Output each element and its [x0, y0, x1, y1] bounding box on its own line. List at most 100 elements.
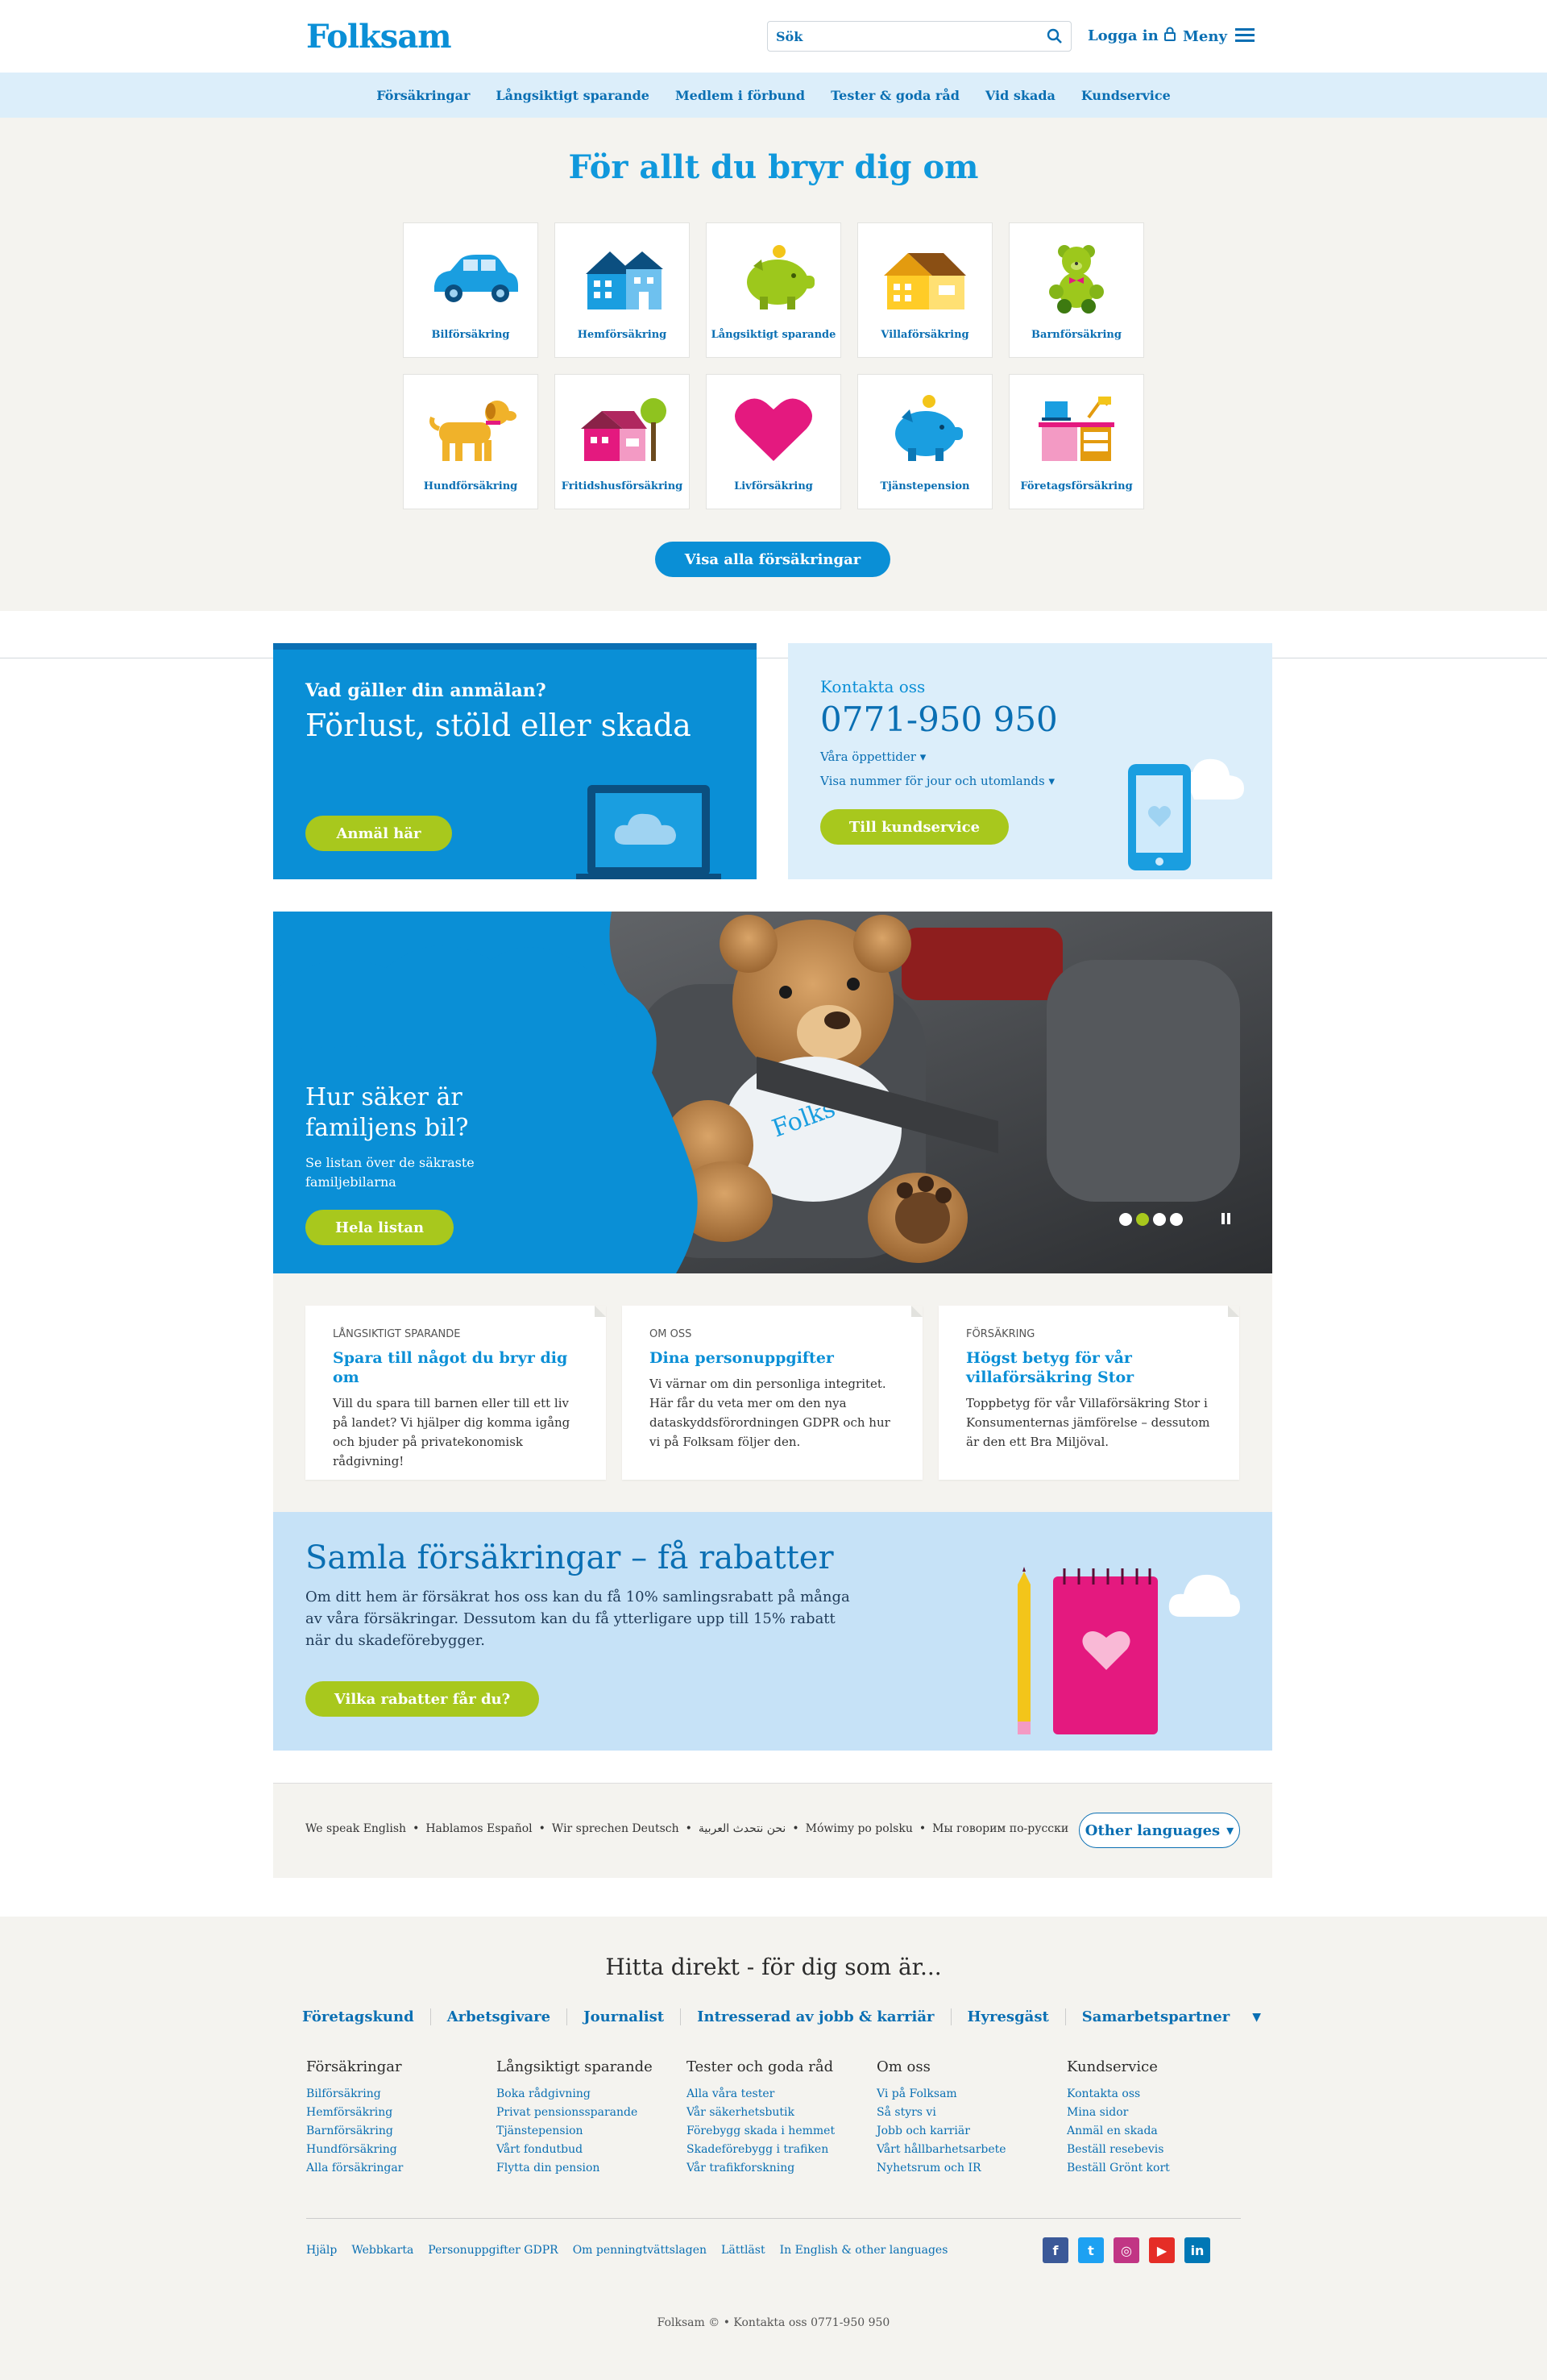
language-item[interactable]: Hablamos Español [425, 1822, 545, 1835]
language-item[interactable]: We speak English [305, 1822, 419, 1835]
search-icon[interactable] [1047, 28, 1063, 48]
other-languages-dropdown[interactable]: Other languages ▾ [1079, 1813, 1240, 1848]
facebook-icon[interactable]: f [1043, 2237, 1068, 2263]
search-input[interactable] [768, 22, 1026, 51]
discount-text: Om ditt hem är försäkrat hos oss kan du … [305, 1589, 850, 1649]
claim-panel: Vad gäller din anmälan? Förlust, stöld e… [273, 643, 757, 879]
carousel-dot[interactable] [1119, 1213, 1132, 1226]
show-all-insurances-button[interactable]: Visa alla försäkringar [655, 542, 890, 577]
footer-link[interactable]: Vår säkerhetsbutik [686, 2104, 877, 2122]
caret-down-icon: ▾ [1048, 774, 1055, 788]
nav-item-vid-skada[interactable]: Vid skada [985, 88, 1056, 103]
footer-bottom-link[interactable]: In English & other languages [780, 2244, 948, 2257]
audience-link[interactable]: Arbetsgivare [431, 2008, 568, 2025]
footer-bottom-link[interactable]: Om penningtvättslagen [573, 2244, 707, 2257]
tile-fritidshusforsakring[interactable]: Fritidshusförsäkring [554, 374, 690, 509]
footer-link[interactable]: Bilförsäkring [306, 2085, 496, 2104]
footer-bottom-link[interactable]: Webbkarta [351, 2244, 413, 2257]
footer-link[interactable]: Förebygg skada i hemmet [686, 2122, 877, 2141]
article-card[interactable]: OM OSS Dina personuppgifter Vi värnar om… [622, 1306, 923, 1480]
footer-link[interactable]: Beställ resebevis [1067, 2141, 1257, 2159]
contact-phone[interactable]: 0771-950 950 [820, 700, 1058, 739]
linkedin-icon[interactable]: in [1184, 2237, 1210, 2263]
footer-link[interactable]: Kontakta oss [1067, 2085, 1257, 2104]
audience-link[interactable]: Företagskund [286, 2008, 431, 2025]
footer-link[interactable]: Vårt hållbarhetsarbete [877, 2141, 1067, 2159]
footer-link[interactable]: Så styrs vi [877, 2104, 1067, 2122]
language-item[interactable]: نحن نتحدث العربية [699, 1822, 799, 1835]
opening-hours-link[interactable]: Våra öppettider ▾ [820, 750, 926, 764]
audience-link[interactable]: Journalist [567, 2008, 682, 2025]
language-item[interactable]: Мы говорим по-русски [932, 1822, 1068, 1835]
footer-heading: Hitta direkt - för dig som är... [605, 1954, 942, 1980]
carousel-dot-active[interactable] [1136, 1213, 1149, 1226]
language-item[interactable]: Wir sprechen Deutsch [552, 1822, 692, 1835]
language-item[interactable]: Mówimy po polsku [806, 1822, 927, 1835]
login-link[interactable]: Logga in [1088, 27, 1176, 45]
tile-villaforsakring[interactable]: Villaförsäkring [857, 222, 993, 358]
tile-livforsakring[interactable]: Livförsäkring [706, 374, 841, 509]
footer-link[interactable]: Skadeförebygg i trafiken [686, 2141, 877, 2159]
footer-link[interactable]: Beställ Grönt kort [1067, 2159, 1257, 2178]
footer-link[interactable]: Vi på Folksam [877, 2085, 1067, 2104]
customer-service-button[interactable]: Till kundservice [820, 809, 1009, 845]
discounts-button[interactable]: Vilka rabatter får du? [305, 1681, 539, 1717]
footer-column-title: Långsiktigt sparande [496, 2058, 653, 2075]
menu-button[interactable]: Meny [1183, 27, 1255, 47]
footer-link[interactable]: Privat pensionssparande [496, 2104, 686, 2122]
footer-link[interactable]: Hundförsäkring [306, 2141, 496, 2159]
footer-bottom-link[interactable]: Lättläst [721, 2244, 765, 2257]
twitter-icon[interactable]: t [1078, 2237, 1104, 2263]
card-body: Vill du spara till barnen eller till ett… [333, 1396, 570, 1468]
article-card[interactable]: LÅNGSIKTIGT SPARANDE Spara till något du… [305, 1306, 606, 1480]
footer-link[interactable]: Boka rådgivning [496, 2085, 686, 2104]
tile-bilforsakring[interactable]: Bilförsäkring [403, 222, 538, 358]
footer-link[interactable]: Nyhetsrum och IR [877, 2159, 1067, 2178]
footer-bottom-link[interactable]: Personuppgifter GDPR [428, 2244, 558, 2257]
nav-item-tester[interactable]: Tester & goda råd [831, 88, 960, 103]
footer-column: Försäkringar Bilförsäkring Hemförsäkring… [306, 2058, 496, 2178]
full-list-button[interactable]: Hela listan [305, 1210, 454, 1245]
tile-barnforsakring[interactable]: Barnförsäkring [1009, 222, 1144, 358]
footer-link[interactable]: Barnförsäkring [306, 2122, 496, 2141]
tile-foretagsforsakring[interactable]: Företagsförsäkring [1009, 374, 1144, 509]
claim-headline: Förlust, stöld eller skada [305, 708, 691, 743]
footer-link[interactable]: Alla försäkringar [306, 2159, 496, 2178]
report-claim-button[interactable]: Anmäl här [305, 816, 452, 851]
footer-link[interactable]: Vår trafikforskning [686, 2159, 877, 2178]
footer-link[interactable]: Hemförsäkring [306, 2104, 496, 2122]
nav-item-forsakringar[interactable]: Försäkringar [376, 88, 470, 103]
footer-link[interactable]: Jobb och karriär [877, 2122, 1067, 2141]
footer-link[interactable]: Flytta din pension [496, 2159, 686, 2178]
piggy-bank-green-icon [747, 245, 815, 309]
audience-link[interactable]: Intresserad av jobb & karriär [681, 2008, 952, 2025]
footer-link[interactable]: Alla våra tester [686, 2085, 877, 2104]
footer-link[interactable]: Mina sidor [1067, 2104, 1257, 2122]
footer-link[interactable]: Anmäl en skada [1067, 2122, 1257, 2141]
pause-icon[interactable] [1221, 1213, 1234, 1226]
footer-link[interactable]: Vårt fondutbud [496, 2141, 686, 2159]
folksam-logo[interactable]: Folksam [306, 18, 452, 56]
cottage-icon [581, 398, 666, 461]
footer-bottom-link[interactable]: Hjälp [306, 2244, 337, 2257]
nav-item-medlem[interactable]: Medlem i förbund [675, 88, 805, 103]
footer-link[interactable]: Tjänstepension [496, 2122, 686, 2141]
tile-tjanstepension[interactable]: Tjänstepension [857, 374, 993, 509]
carousel-dot[interactable] [1153, 1213, 1166, 1226]
emergency-numbers-link[interactable]: Visa nummer för jour och utomlands ▾ [820, 774, 1055, 788]
tile-hundforsakring[interactable]: Hundförsäkring [403, 374, 538, 509]
carousel-dot[interactable] [1170, 1213, 1183, 1226]
tile-hemforsakring[interactable]: Hemförsäkring [554, 222, 690, 358]
tile-langsiktigt-sparande[interactable]: Långsiktigt sparande [706, 222, 841, 358]
nav-item-sparande[interactable]: Långsiktigt sparande [496, 88, 649, 103]
article-card[interactable]: FÖRSÄKRING Högst betyg för vår villaförs… [939, 1306, 1239, 1480]
nav-item-kundservice[interactable]: Kundservice [1081, 88, 1171, 103]
caret-down-icon[interactable]: ▼ [1252, 2011, 1261, 2024]
audience-link[interactable]: Hyresgäst [952, 2008, 1066, 2025]
tile-label: Tjänstepension [880, 480, 970, 492]
contact-title: Kontakta oss [820, 677, 926, 696]
youtube-icon[interactable]: ▶ [1149, 2237, 1175, 2263]
instagram-icon[interactable]: ◎ [1114, 2237, 1139, 2263]
audience-link[interactable]: Samarbetspartner [1066, 2008, 1246, 2025]
footer-column: Långsiktigt sparande Boka rådgivning Pri… [496, 2058, 686, 2178]
